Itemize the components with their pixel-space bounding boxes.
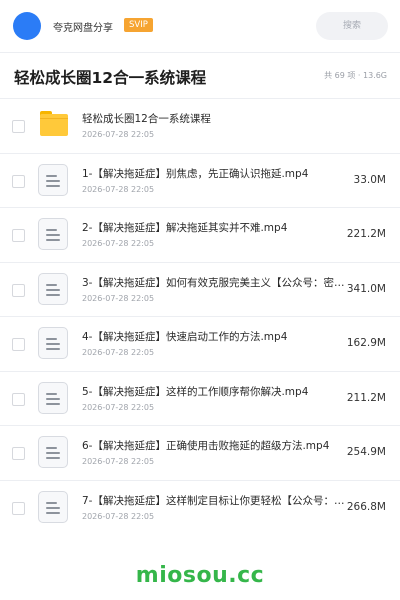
select-checkbox[interactable] [12, 501, 25, 515]
file-name: 1-【解决拖延症】别焦虑，先正确认识拖延.mp4 [82, 167, 309, 180]
file-date: 2026-07-28 22:05 [82, 184, 155, 194]
file-size: 33.0M [353, 173, 386, 186]
select-checkbox[interactable] [12, 338, 25, 351]
select-checkbox[interactable] [12, 447, 25, 460]
sharer-name: 夸克网盘分享 [53, 23, 113, 34]
file-row[interactable]: 2-【解决拖延症】解决拖延其实并不难.mp4 2026-07-28 22:05 22… [0, 207, 400, 262]
file-size: 254.9M [346, 446, 386, 458]
file-row[interactable]: 5-【解决拖延症】这样的工作顺序帮你解决.mp4 2026-07-28 22:05… [0, 370, 400, 426]
file-date: 2026-07-28 22:05 [82, 293, 155, 303]
watermark: miosou.cc [135, 563, 265, 588]
file-row[interactable]: 1-【解决拖延症】别焦虑，先正确认识拖延.mp4 2026-07-28 22:05… [0, 152, 400, 208]
select-checkbox[interactable] [12, 283, 25, 297]
file-icon [38, 272, 68, 305]
file-icon [38, 218, 68, 250]
file-size: 162.9M [346, 337, 386, 349]
file-date: 2026-07-28 22:05 [82, 239, 155, 248]
page-title: 轻松成长圈12合一系统课程 [14, 69, 207, 87]
select-checkbox[interactable] [12, 392, 25, 406]
search-input[interactable]: 搜索 [316, 12, 388, 40]
file-size: 266.8M [346, 500, 386, 513]
select-checkbox[interactable] [12, 120, 25, 133]
file-name: 6-【解决拖延症】正确使用击败拖延的超级方法.mp4 [82, 440, 330, 452]
title-bar: 轻松成长圈12合一系统课程 共 69 项 · 13.6G [0, 52, 400, 98]
item-summary: 共 69 项 · 13.6G [324, 71, 387, 80]
file-icon [38, 381, 68, 414]
file-icon [38, 163, 68, 196]
file-size: 341.0M [346, 282, 386, 295]
file-date: 2026-07-28 22:05 [82, 348, 155, 357]
file-size: 221.2M [346, 228, 386, 240]
file-name: 2-【解决拖延症】解决拖延其实并不难.mp4 [82, 222, 288, 234]
select-checkbox[interactable] [12, 229, 25, 242]
svip-badge: SVIP [124, 18, 153, 32]
file-icon [38, 436, 68, 468]
file-size: 211.2M [346, 391, 386, 404]
folder-row[interactable]: 轻松成长圈12合一系统课程 2026-07-28 22:05 [0, 98, 400, 153]
file-name: 3-【解决拖延症】如何有效克服完美主义【公众号：密… [82, 276, 345, 289]
file-row[interactable]: 7-【解决拖延症】这样制定目标让你更轻松【公众号：… 2026-07-28 22:… [0, 479, 400, 535]
file-date: 2026-07-28 22:05 [82, 402, 155, 412]
avatar[interactable] [13, 12, 41, 40]
file-name: 轻松成长圈12合一系统课程 [82, 113, 211, 125]
file-name: 4-【解决拖延症】快速启动工作的方法.mp4 [82, 331, 288, 343]
file-row[interactable]: 6-【解决拖延症】正确使用击败拖延的超级方法.mp4 2026-07-28 22:… [0, 425, 400, 480]
select-checkbox[interactable] [12, 174, 25, 188]
file-list: 轻松成长圈12合一系统课程 2026-07-28 22:05 1-【解决拖延症】别焦… [0, 98, 400, 534]
file-row[interactable]: 4-【解决拖延症】快速启动工作的方法.mp4 2026-07-28 22:05 16… [0, 316, 400, 371]
file-name: 5-【解决拖延症】这样的工作顺序帮你解决.mp4 [82, 385, 309, 398]
file-row[interactable]: 3-【解决拖延症】如何有效克服完美主义【公众号：密… 2026-07-28 22:… [0, 261, 400, 317]
folder-icon [40, 111, 68, 136]
file-name: 7-【解决拖延症】这样制定目标让你更轻松【公众号：… [82, 494, 345, 507]
file-icon [38, 327, 68, 359]
file-icon [38, 490, 68, 523]
file-date: 2026-07-28 22:05 [82, 130, 155, 139]
file-date: 2026-07-28 22:05 [82, 511, 155, 521]
file-date: 2026-07-28 22:05 [82, 457, 155, 466]
top-bar: 夸克网盘分享 SVIP 搜索 [0, 0, 400, 53]
